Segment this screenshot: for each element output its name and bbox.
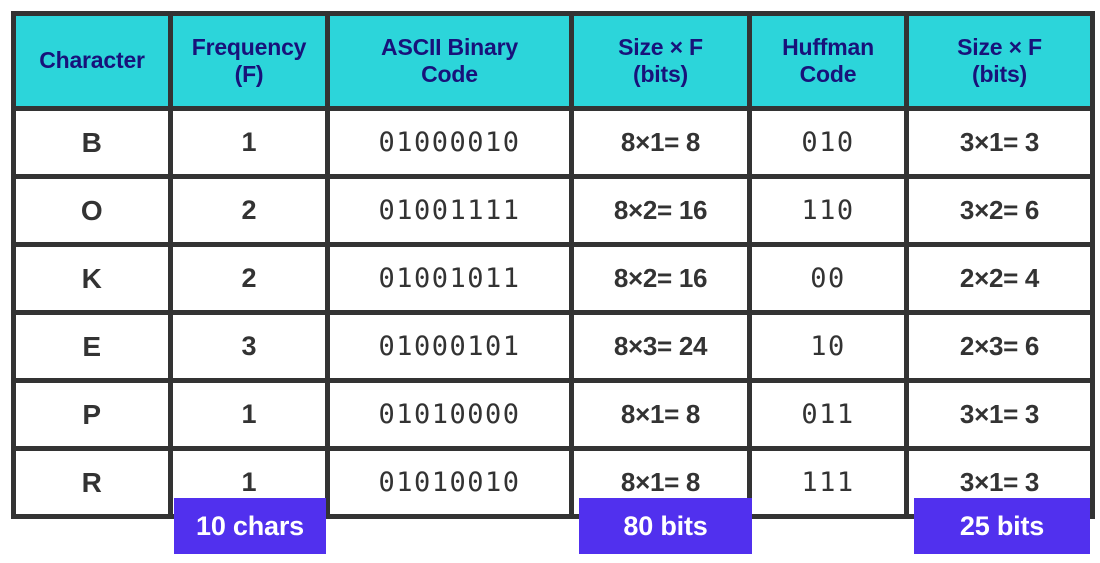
column-header-frequency: Frequency (F) xyxy=(168,11,330,111)
table-row: P 1 01010000 8×1= 8 011 3×1= 3 xyxy=(11,378,1095,451)
cell-frequency: 1 xyxy=(168,378,330,451)
column-header-huffman-size-times-f-line-2: (bits) xyxy=(971,61,1027,87)
cell-huffman-size: 2×3= 6 xyxy=(904,310,1095,383)
header-row: Character Frequency (F) ASCII Binary Cod… xyxy=(11,11,1095,111)
cell-ascii-binary: 01000101 xyxy=(325,310,574,383)
cell-character: E xyxy=(11,310,173,383)
huffman-coding-comparison-table: Character Frequency (F) ASCII Binary Cod… xyxy=(0,0,1100,563)
total-huffman-bits-badge: 25 bits xyxy=(914,498,1090,554)
table-row: O 2 01001111 8×2= 16 110 3×2= 6 xyxy=(11,174,1095,247)
cell-ascii-size: 8×1= 8 xyxy=(569,378,752,451)
column-header-huffman-code: Huffman Code xyxy=(747,11,909,111)
cell-huffman-size: 3×1= 3 xyxy=(904,106,1095,179)
cell-ascii-binary: 01010000 xyxy=(325,378,574,451)
column-header-huffman-code-line-2: Code xyxy=(799,61,857,87)
cell-frequency: 1 xyxy=(168,106,330,179)
huffman-table: Character Frequency (F) ASCII Binary Cod… xyxy=(11,11,1095,519)
total-chars-badge: 10 chars xyxy=(174,498,326,554)
cell-ascii-size: 8×2= 16 xyxy=(569,174,752,247)
cell-character: O xyxy=(11,174,173,247)
cell-ascii-binary: 01001011 xyxy=(325,242,574,315)
table-container: Character Frequency (F) ASCII Binary Cod… xyxy=(11,11,1095,519)
column-header-ascii-size-times-f-line-2: (bits) xyxy=(632,61,688,87)
cell-character: B xyxy=(11,106,173,179)
table-row: B 1 01000010 8×1= 8 010 3×1= 3 xyxy=(11,106,1095,179)
total-ascii-bits-badge: 80 bits xyxy=(579,498,752,554)
column-header-frequency-line-2: (F) xyxy=(234,61,264,87)
cell-huffman-size: 3×1= 3 xyxy=(904,378,1095,451)
column-header-ascii-size-times-f: Size × F (bits) xyxy=(569,11,752,111)
cell-frequency: 3 xyxy=(168,310,330,383)
cell-huffman-code: 110 xyxy=(747,174,909,247)
column-header-ascii-binary-code: ASCII Binary Code xyxy=(325,11,574,111)
cell-frequency: 2 xyxy=(168,242,330,315)
column-header-frequency-line-1: Frequency xyxy=(191,33,307,60)
cell-ascii-size: 8×3= 24 xyxy=(569,310,752,383)
table-row: K 2 01001011 8×2= 16 00 2×2= 4 xyxy=(11,242,1095,315)
cell-huffman-code: 010 xyxy=(747,106,909,179)
table-body: B 1 01000010 8×1= 8 010 3×1= 3 O 2 01001… xyxy=(11,106,1095,519)
cell-ascii-size: 8×1= 8 xyxy=(569,106,752,179)
column-header-character: Character xyxy=(11,11,173,111)
cell-huffman-size: 3×2= 6 xyxy=(904,174,1095,247)
cell-character: P xyxy=(11,378,173,451)
column-header-huffman-size-times-f: Size × F (bits) xyxy=(904,11,1095,111)
cell-ascii-size: 8×2= 16 xyxy=(569,242,752,315)
column-header-ascii-size-times-f-line-1: Size × F xyxy=(618,33,703,60)
cell-huffman-code: 10 xyxy=(747,310,909,383)
column-header-ascii-binary-code-line-1: ASCII Binary xyxy=(381,33,518,60)
column-header-huffman-code-line-1: Huffman xyxy=(782,33,874,60)
cell-huffman-code: 011 xyxy=(747,378,909,451)
column-header-huffman-size-times-f-line-1: Size × F xyxy=(957,33,1042,60)
table-row: E 3 01000101 8×3= 24 10 2×3= 6 xyxy=(11,310,1095,383)
cell-huffman-size: 2×2= 4 xyxy=(904,242,1095,315)
column-header-ascii-binary-code-line-2: Code xyxy=(421,61,478,87)
cell-character: K xyxy=(11,242,173,315)
table-header: Character Frequency (F) ASCII Binary Cod… xyxy=(11,11,1095,111)
summary-totals-row: 10 chars 80 bits 25 bits xyxy=(11,498,1090,554)
column-header-character-line-1: Character xyxy=(39,47,145,74)
cell-ascii-binary: 01000010 xyxy=(325,106,574,179)
cell-huffman-code: 00 xyxy=(747,242,909,315)
cell-ascii-binary: 01001111 xyxy=(325,174,574,247)
cell-frequency: 2 xyxy=(168,174,330,247)
